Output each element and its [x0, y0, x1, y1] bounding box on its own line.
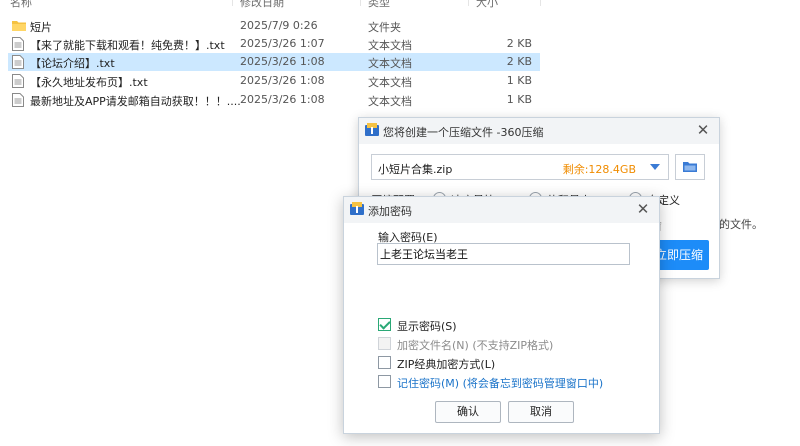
dialog-title: 您将创建一个压缩文件 -360压缩 — [383, 126, 544, 139]
show-password-label[interactable]: 显示密码(S) — [397, 318, 457, 334]
close-icon[interactable]: ✕ — [695, 122, 711, 138]
file-type: 文本文档 — [368, 95, 412, 108]
close-icon[interactable]: ✕ — [635, 201, 651, 217]
add-password-dialog: 添加密码 ✕ 输入密码(E) 显示密码(S) 加密文件名(N) (不支持ZIP格… — [343, 196, 660, 434]
show-password-option[interactable]: 显示密码(S) — [378, 317, 648, 333]
file-date: 2025/3/26 1:08 — [240, 74, 325, 87]
column-size[interactable]: 大小 — [476, 0, 498, 10]
folder-icon — [12, 19, 26, 35]
file-date: 2025/3/26 1:08 — [240, 93, 325, 106]
text-file-icon — [12, 93, 24, 110]
column-name[interactable]: 名称 — [10, 0, 32, 10]
chevron-down-icon[interactable] — [650, 164, 660, 170]
file-row[interactable]: 【来了就能下载和观看！纯免费！】.txt 2025/3/26 1:07 文本文档… — [8, 35, 540, 53]
file-name: 短片 — [30, 21, 52, 34]
browse-folder-button[interactable] — [675, 154, 705, 180]
encrypt-filenames-checkbox — [378, 337, 391, 350]
encrypt-filenames-label: 加密文件名(N) (不支持ZIP格式) — [397, 339, 554, 352]
dialog-titlebar[interactable]: 添加密码 ✕ — [344, 197, 659, 223]
file-type: 文本文档 — [368, 76, 412, 89]
zip-classic-checkbox[interactable] — [378, 356, 391, 369]
file-size: 1 KB — [506, 93, 532, 106]
file-name: 【来了就能下载和观看！纯免费！】.txt — [30, 39, 225, 52]
remember-password-note: (将会备忘到密码管理窗口中) — [462, 377, 604, 390]
file-name: 【论坛介绍】.txt — [30, 57, 115, 70]
file-row[interactable]: 短片 2025/7/9 0:26 文件夹 — [8, 17, 540, 35]
archive-name: 小短片合集.zip — [378, 163, 453, 176]
file-type: 文件夹 — [368, 21, 401, 34]
file-date: 2025/3/26 1:07 — [240, 37, 325, 50]
column-header: 名称 修改日期 类型 大小 — [0, 0, 600, 10]
text-file-icon — [12, 55, 24, 72]
show-password-checkbox[interactable] — [378, 318, 391, 331]
file-name: 【永久地址发布页】.txt — [30, 76, 148, 89]
file-row-selected[interactable]: 【论坛介绍】.txt 2025/3/26 1:08 文本文档 2 KB — [8, 53, 540, 71]
zip-classic-label[interactable]: ZIP经典加密方式(L) — [397, 356, 495, 372]
file-type: 文本文档 — [368, 39, 412, 52]
encrypt-filenames-note: (不支持ZIP格式) — [472, 339, 554, 352]
free-space: 剩余:128.4GB — [562, 163, 636, 176]
file-size: 2 KB — [506, 55, 532, 68]
dialog-titlebar[interactable]: 您将创建一个压缩文件 -360压缩 ✕ — [359, 118, 719, 144]
confirm-button[interactable]: 确认 — [435, 401, 501, 423]
cancel-button[interactable]: 取消 — [508, 401, 574, 423]
column-type[interactable]: 类型 — [368, 0, 390, 10]
text-file-icon — [12, 37, 24, 54]
column-divider[interactable] — [232, 0, 233, 6]
column-divider[interactable] — [360, 0, 361, 6]
file-date: 2025/3/26 1:08 — [240, 55, 325, 68]
archive-app-icon — [350, 202, 364, 219]
encrypt-filenames-option: 加密文件名(N) (不支持ZIP格式) — [378, 336, 648, 352]
file-row[interactable]: 【永久地址发布页】.txt 2025/3/26 1:08 文本文档 1 KB — [8, 72, 540, 90]
remember-password-label[interactable]: 记住密码(M) (将会备忘到密码管理窗口中) — [397, 375, 603, 391]
column-date[interactable]: 修改日期 — [240, 0, 284, 10]
file-row[interactable]: 最新地址及APP请发邮箱自动获取！！！.... 2025/3/26 1:08 文… — [8, 91, 540, 109]
column-divider[interactable] — [468, 0, 469, 6]
archive-app-icon — [365, 123, 379, 140]
remember-password-option[interactable]: 记住密码(M) (将会备忘到密码管理窗口中) — [378, 374, 648, 390]
file-name: 最新地址及APP请发邮箱自动获取！！！.... — [30, 95, 241, 108]
password-input[interactable] — [377, 243, 630, 265]
file-type: 文本文档 — [368, 57, 412, 70]
file-size: 2 KB — [506, 37, 532, 50]
folder-icon — [683, 161, 697, 176]
column-divider[interactable] — [540, 0, 541, 6]
dialog-title: 添加密码 — [368, 205, 412, 218]
remember-password-checkbox[interactable] — [378, 375, 391, 388]
zip-classic-option[interactable]: ZIP经典加密方式(L) — [378, 355, 648, 371]
file-size: 1 KB — [506, 74, 532, 87]
text-file-icon — [12, 74, 24, 91]
file-date: 2025/7/9 0:26 — [240, 19, 318, 32]
archive-name-field[interactable]: 小短片合集.zip 剩余:128.4GB — [371, 154, 669, 180]
